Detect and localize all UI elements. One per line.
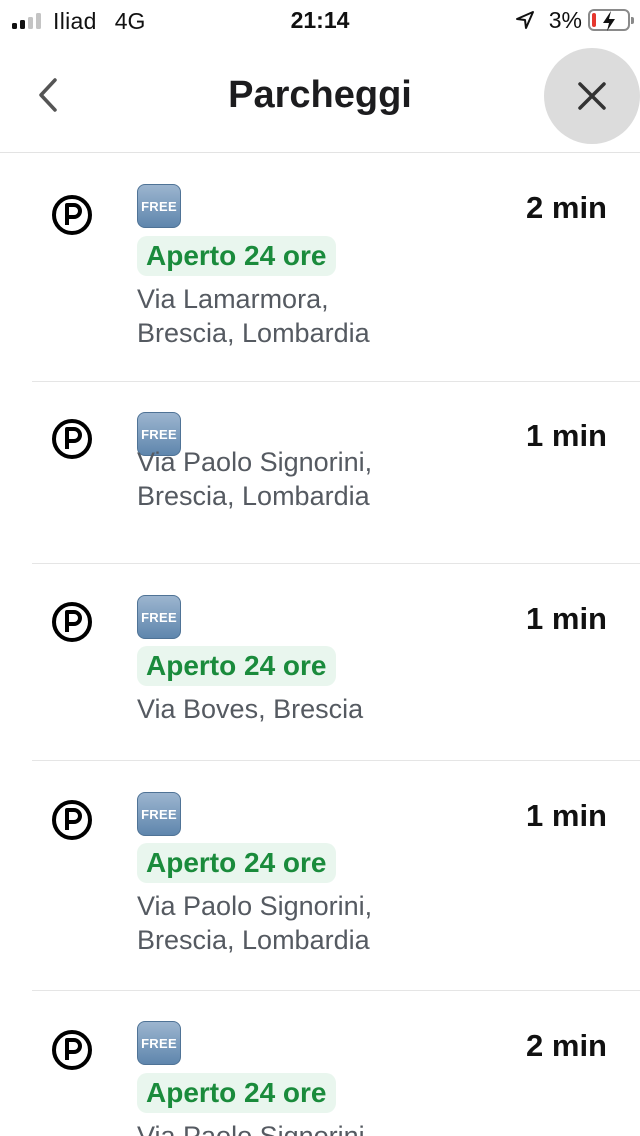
address-line-1: Via Paolo Signorini, xyxy=(137,447,373,477)
charging-bolt-icon xyxy=(603,11,615,31)
battery-icon xyxy=(588,9,634,31)
battery-level-fill xyxy=(592,13,596,27)
battery-percent: 3% xyxy=(548,6,582,33)
parking-list: FREE 2 min Aperto 24 ore Via Lamarmora, Bres… xyxy=(0,154,640,1136)
free-badge-icon: FREE xyxy=(137,792,181,836)
parking-list-item[interactable]: FREE 1 min Aperto 24 ore Via Boves, Brescia xyxy=(0,564,640,761)
travel-duration: 2 min xyxy=(526,1028,607,1063)
address-line-2: Brescia, Lombardia xyxy=(137,481,370,511)
free-badge-icon: FREE xyxy=(137,1021,181,1065)
parking-address: Via Paolo Signorini, Brescia, Lombardia xyxy=(137,889,577,957)
location-arrow-icon xyxy=(515,11,534,29)
travel-duration: 1 min xyxy=(526,798,607,833)
parking-address: Via Lamarmora, Brescia, Lombardia xyxy=(137,282,577,350)
parking-icon xyxy=(52,800,92,840)
address-line-1: Via Boves, Brescia xyxy=(137,694,364,724)
open-status-badge: Aperto 24 ore xyxy=(137,843,336,883)
parking-icon xyxy=(52,419,92,459)
parking-list-item[interactable]: FREE 2 min Aperto 24 ore Via Paolo Signorin… xyxy=(0,991,640,1136)
parking-icon xyxy=(52,195,92,235)
address-line-1: Via Lamarmora, xyxy=(137,284,329,314)
travel-duration: 1 min xyxy=(526,601,607,636)
status-bar: Iliad 4G 21:14 3% xyxy=(0,0,640,40)
parking-address: Via Paolo Signorini, Brescia, Lombardia xyxy=(137,445,577,513)
open-status-badge: Aperto 24 ore xyxy=(137,646,336,686)
open-status-badge: Aperto 24 ore xyxy=(137,236,336,276)
address-line-2: Brescia, Lombardia xyxy=(137,318,370,348)
open-status-badge: Aperto 24 ore xyxy=(137,1073,336,1113)
nav-header: Parcheggi xyxy=(0,48,640,153)
address-line-2: Brescia, Lombardia xyxy=(137,925,370,955)
parking-list-item[interactable]: FREE 1 min Aperto 24 ore Via Paolo Signorin… xyxy=(0,761,640,991)
close-icon xyxy=(578,82,606,110)
parking-address: Via Paolo Signorini, xyxy=(137,1119,577,1136)
parking-address: Via Boves, Brescia xyxy=(137,692,577,726)
travel-duration: 2 min xyxy=(526,190,607,225)
address-line-1: Via Paolo Signorini, xyxy=(137,891,373,921)
address-line-1: Via Paolo Signorini, xyxy=(137,1121,373,1136)
parking-icon xyxy=(52,1030,92,1070)
parking-list-item[interactable]: FREE 2 min Aperto 24 ore Via Lamarmora, Bres… xyxy=(0,154,640,382)
parking-icon xyxy=(52,602,92,642)
free-badge-icon: FREE xyxy=(137,595,181,639)
close-button[interactable] xyxy=(544,48,640,144)
status-bar-right: 3% xyxy=(515,6,634,33)
free-badge-icon: FREE xyxy=(137,184,181,228)
parking-list-item[interactable]: FREE 1 min Via Paolo Signorini, Brescia, Lo… xyxy=(0,382,640,564)
